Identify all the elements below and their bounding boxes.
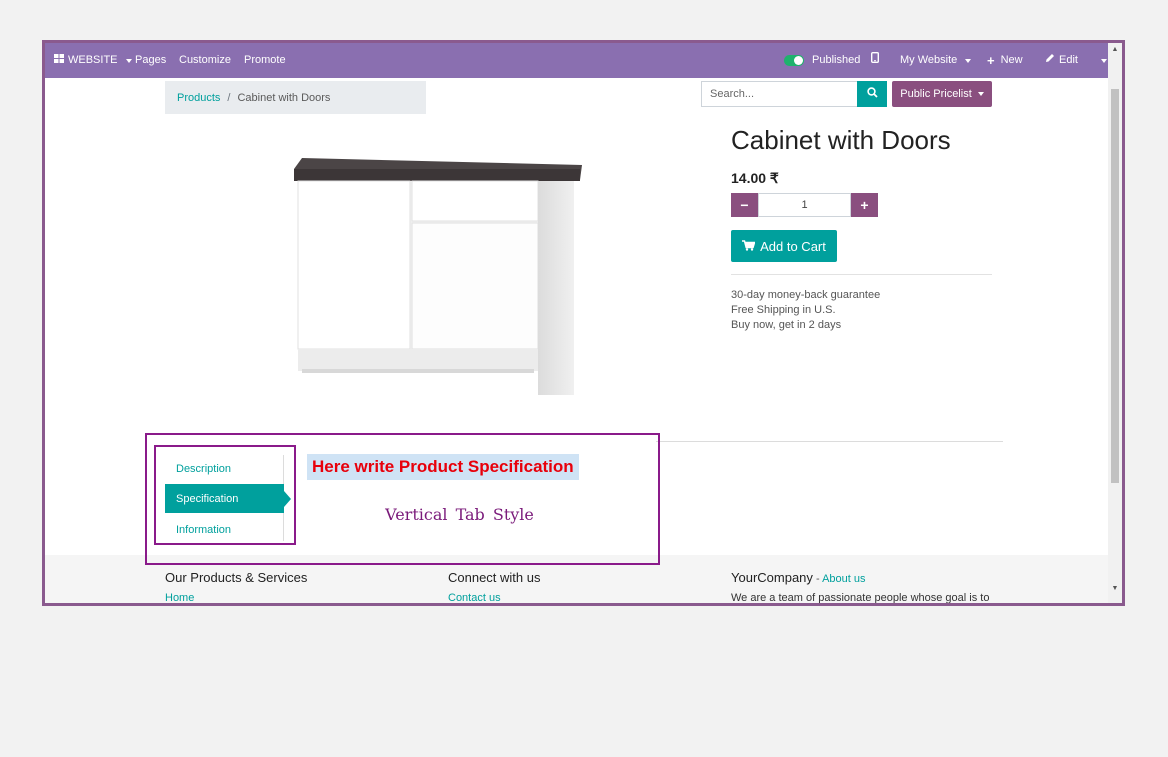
quantity-input[interactable]: 1: [758, 193, 851, 217]
chevron-down-icon: [977, 92, 984, 96]
breadcrumb: Products / Cabinet with Doors: [165, 81, 426, 114]
search-input[interactable]: Search...: [701, 81, 858, 107]
footer-about-link[interactable]: About us: [822, 573, 865, 585]
vertical-tab-style-caption: Vertical Tab Style: [385, 505, 534, 524]
scrollbar[interactable]: ▲ ▼: [1108, 43, 1122, 603]
footer-connect-title: Connect with us: [448, 570, 541, 585]
guarantee-line: Buy now, get in 2 days: [731, 319, 842, 331]
search-icon: [866, 85, 878, 103]
promote-menu[interactable]: Promote: [244, 43, 286, 78]
published-label: Published: [812, 54, 861, 66]
apps-grid-icon: [54, 43, 64, 79]
scroll-down-icon[interactable]: ▼: [1111, 585, 1119, 592]
quantity-increase-button[interactable]: +: [851, 193, 878, 217]
pricelist-dropdown[interactable]: Public Pricelist: [892, 81, 992, 107]
chevron-down-icon: [125, 58, 132, 63]
website-menu-button[interactable]: WEBSITE: [54, 43, 132, 78]
footer-home-link[interactable]: Home: [165, 592, 194, 603]
footer-products-title: Our Products & Services: [165, 570, 308, 585]
breadcrumb-products-link[interactable]: Products: [177, 92, 220, 104]
search-button[interactable]: [857, 81, 887, 107]
footer-company-title: YourCompany - About us: [731, 570, 866, 585]
specification-heading: Here write Product Specification: [307, 454, 579, 480]
guarantee-line: Free Shipping in U.S.: [731, 304, 836, 316]
tab-specification[interactable]: Specification: [165, 484, 291, 513]
navbar-more-button[interactable]: [1097, 43, 1107, 78]
divider: [656, 441, 1003, 442]
footer-company-text: We are a team of passionate people whose…: [731, 592, 990, 604]
footer-contact-link[interactable]: Contact us: [448, 592, 501, 603]
plus-icon: +: [987, 53, 995, 68]
scrollbar-thumb[interactable]: [1111, 89, 1119, 483]
guarantee-text: 30-day money-back guarantee Free Shippin…: [731, 288, 880, 333]
scroll-up-icon[interactable]: ▲: [1111, 46, 1119, 53]
product-title: Cabinet with Doors: [731, 125, 951, 155]
mobile-icon: [870, 43, 879, 79]
published-toggle[interactable]: Published: [784, 43, 860, 78]
breadcrumb-current: Cabinet with Doors: [237, 91, 331, 104]
chevron-down-icon: [965, 58, 972, 63]
tab-information[interactable]: Information: [165, 515, 284, 544]
add-to-cart-label: Add to Cart: [760, 238, 826, 254]
pages-menu[interactable]: Pages: [135, 43, 166, 78]
add-to-cart-button[interactable]: Add to Cart: [731, 230, 837, 262]
chevron-down-icon: [1101, 58, 1107, 63]
toggle-icon: [784, 55, 804, 66]
divider: [731, 274, 992, 275]
mobile-preview-button[interactable]: [870, 43, 879, 79]
breadcrumb-separator: /: [227, 91, 231, 104]
product-price: 14.00 ₹: [731, 170, 779, 186]
website-editor-navbar: WEBSITE Pages Customize Promote Publishe…: [45, 43, 1122, 78]
browser-frame: WEBSITE Pages Customize Promote Publishe…: [42, 40, 1125, 606]
website-menu-label: WEBSITE: [68, 54, 118, 66]
tab-description[interactable]: Description: [165, 454, 284, 483]
my-website-menu[interactable]: My Website: [900, 43, 972, 78]
cart-icon: [742, 239, 756, 254]
product-image: [292, 155, 584, 397]
quantity-decrease-button[interactable]: −: [731, 193, 758, 217]
guarantee-line: 30-day money-back guarantee: [731, 289, 881, 301]
customize-menu[interactable]: Customize: [179, 43, 231, 78]
edit-button[interactable]: Edit: [1045, 43, 1078, 78]
pencil-icon: [1045, 43, 1055, 79]
new-button[interactable]: + New: [987, 43, 1023, 78]
